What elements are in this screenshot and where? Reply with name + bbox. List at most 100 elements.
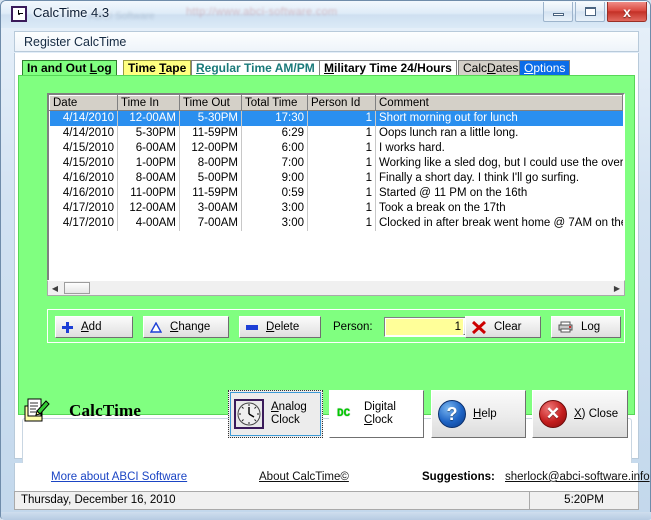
cell-comment[interactable]: Finally a short day. I think I'll go sur… — [376, 171, 623, 186]
cell-time-out[interactable]: 11-59PM — [179, 126, 242, 141]
digital-clock-button[interactable]: DC Digital Clock — [329, 390, 424, 438]
table-row[interactable]: 4/14/2010 12-00AM 5-30PM 17:30 1 Short mornin… — [49, 110, 623, 126]
column-header-time-in[interactable]: Time In — [117, 95, 180, 111]
close-app-button[interactable]: ✕ X) Close — [532, 390, 628, 438]
time-entries-grid[interactable]: Date Time In Time Out Total Time Person … — [47, 93, 625, 291]
close-button-label: X) Close — [574, 407, 619, 420]
delete-button[interactable]: Delete — [239, 316, 321, 338]
title-watermark-secondary: ABCI Software — [89, 11, 155, 22]
cell-comment[interactable]: Took a break on the 17th — [376, 201, 623, 216]
table-row[interactable]: 4/17/2010 12-00AM 3-00AM 3:00 1 Took a break … — [49, 201, 623, 216]
cell-person-id[interactable]: 1 — [307, 156, 376, 171]
column-header-person-id[interactable]: Person Id — [307, 95, 376, 111]
column-header-time-out[interactable]: Time Out — [179, 95, 242, 111]
window-close-button[interactable]: x — [607, 2, 647, 22]
cell-total-time[interactable]: 3:00 — [241, 216, 308, 231]
log-button-label: Log — [581, 321, 601, 333]
cell-total-time[interactable]: 3:00 — [241, 201, 308, 216]
cell-time-out[interactable]: 11-59PM — [179, 186, 242, 201]
cell-total-time[interactable]: 6:00 — [241, 141, 308, 156]
cell-time-in[interactable]: 1-00PM — [117, 156, 180, 171]
cell-time-in[interactable]: 12-00AM — [117, 110, 180, 126]
scroll-left-icon[interactable]: ◀ — [48, 281, 62, 295]
cell-total-time[interactable]: 9:00 — [241, 171, 308, 186]
cell-time-in[interactable]: 6-00AM — [117, 141, 180, 156]
table-row[interactable]: 4/16/2010 8-00AM 5-00PM 9:00 1 Finally a shor… — [49, 171, 623, 186]
cell-time-in[interactable]: 8-00AM — [117, 171, 180, 186]
cell-time-in[interactable]: 5-30PM — [117, 126, 180, 141]
table-row[interactable]: 4/16/2010 11-00PM 11-59PM 0:59 1 Started @ 11… — [49, 186, 623, 201]
calctime-logo-icon — [24, 397, 50, 423]
analog-clock-button[interactable]: Analog Clock — [228, 390, 323, 438]
column-header-total-time[interactable]: Total Time — [241, 95, 308, 111]
red-x-icon — [471, 320, 487, 334]
cell-total-time[interactable]: 7:00 — [241, 156, 308, 171]
cell-time-in[interactable]: 11-00PM — [117, 186, 180, 201]
cell-person-id[interactable]: 1 — [307, 216, 376, 231]
cell-time-out[interactable]: 3-00AM — [179, 201, 242, 216]
about-calctime-link[interactable]: About CalcTime© — [259, 471, 349, 483]
scrollbar-thumb[interactable] — [64, 282, 90, 294]
suggestions-email-link[interactable]: sherlock@abci-software.info — [505, 471, 650, 483]
cell-person-id[interactable]: 1 — [307, 171, 376, 186]
cell-date[interactable]: 4/15/2010 — [49, 141, 118, 156]
log-button[interactable]: Log — [551, 316, 621, 338]
cell-time-out[interactable]: 7-00AM — [179, 216, 242, 231]
tab-regular-time[interactable]: Regular Time AM/PM — [191, 60, 320, 76]
cell-time-out[interactable]: 5-00PM — [179, 171, 242, 186]
more-about-abci-link[interactable]: More about ABCI Software — [51, 471, 187, 483]
cell-time-in[interactable]: 4-00AM — [117, 216, 180, 231]
cell-person-id[interactable]: 1 — [307, 126, 376, 141]
cell-date[interactable]: 4/17/2010 — [49, 201, 118, 216]
add-button[interactable]: Add — [55, 316, 133, 338]
table-row[interactable]: 4/15/2010 1-00PM 8-00PM 7:00 1 Working like a… — [49, 156, 623, 171]
cell-date[interactable]: 4/14/2010 — [49, 110, 118, 126]
clear-button[interactable]: Clear — [465, 316, 541, 338]
add-button-label: Add — [81, 321, 102, 333]
column-header-date[interactable]: Date — [49, 95, 118, 111]
scroll-right-icon[interactable]: ▶ — [610, 281, 624, 295]
help-button[interactable]: ? Help — [431, 390, 526, 438]
table-row[interactable]: 4/17/2010 4-00AM 7-00AM 3:00 1 Clocked in aft… — [49, 216, 623, 231]
cell-total-time[interactable]: 6:29 — [241, 126, 308, 141]
cell-person-id[interactable]: 1 — [307, 186, 376, 201]
cell-comment[interactable]: Clocked in after break went home @ 7AM o… — [376, 216, 623, 231]
column-header-comment[interactable]: Comment — [375, 95, 623, 111]
cell-person-id[interactable]: 1 — [307, 201, 376, 216]
record-toolbar: Add Change Delete Person: 1 ▼ — [47, 309, 625, 343]
clear-button-label: Clear — [494, 321, 522, 333]
cell-date[interactable]: 4/15/2010 — [49, 156, 118, 171]
tab-options[interactable]: Options — [519, 60, 571, 76]
cell-person-id[interactable]: 1 — [307, 110, 376, 126]
tab-time-tape[interactable]: Time Tape — [123, 60, 192, 76]
tab-military-time[interactable]: Military Time 24/Hours — [319, 60, 457, 76]
cell-person-id[interactable]: 1 — [307, 141, 376, 156]
cell-date[interactable]: 4/16/2010 — [49, 171, 118, 186]
cell-comment[interactable]: Oops lunch ran a little long. — [376, 126, 623, 141]
close-icon: x — [623, 3, 631, 20]
cell-time-out[interactable]: 12-00PM — [179, 141, 242, 156]
maximize-button[interactable] — [575, 2, 605, 22]
minimize-button[interactable] — [543, 2, 573, 22]
person-value[interactable]: 1 — [386, 319, 464, 335]
cell-date[interactable]: 4/17/2010 — [49, 216, 118, 231]
cell-time-in[interactable]: 12-00AM — [117, 201, 180, 216]
cell-date[interactable]: 4/16/2010 — [49, 186, 118, 201]
cell-total-time[interactable]: 17:30 — [241, 110, 308, 126]
cell-date[interactable]: 4/14/2010 — [49, 126, 118, 141]
tab-calcdates[interactable]: CalcDates — [458, 60, 524, 76]
table-row[interactable]: 4/15/2010 6-00AM 12-00PM 6:00 1 I works hard. — [49, 141, 623, 156]
menu-item-register[interactable]: Register CalcTime — [21, 34, 129, 50]
cell-time-out[interactable]: 5-30PM — [179, 110, 242, 126]
grid-horizontal-scrollbar[interactable]: ◀ ▶ — [47, 280, 625, 296]
cell-time-out[interactable]: 8-00PM — [179, 156, 242, 171]
cell-comment[interactable]: Short morning out for lunch — [375, 110, 623, 126]
cell-comment[interactable]: Working like a sled dog, but I could use… — [376, 156, 623, 171]
cell-comment[interactable]: Started @ 11 PM on the 16th — [376, 186, 623, 201]
table-row[interactable]: 4/14/2010 5-30PM 11-59PM 6:29 1 Oops lunch ra… — [49, 126, 623, 141]
cell-comment[interactable]: I works hard. — [376, 141, 623, 156]
change-button[interactable]: Change — [143, 316, 229, 338]
delete-button-label: Delete — [266, 321, 300, 333]
cell-total-time[interactable]: 0:59 — [241, 186, 308, 201]
tab-in-and-out-log[interactable]: In and Out Log — [22, 60, 117, 76]
